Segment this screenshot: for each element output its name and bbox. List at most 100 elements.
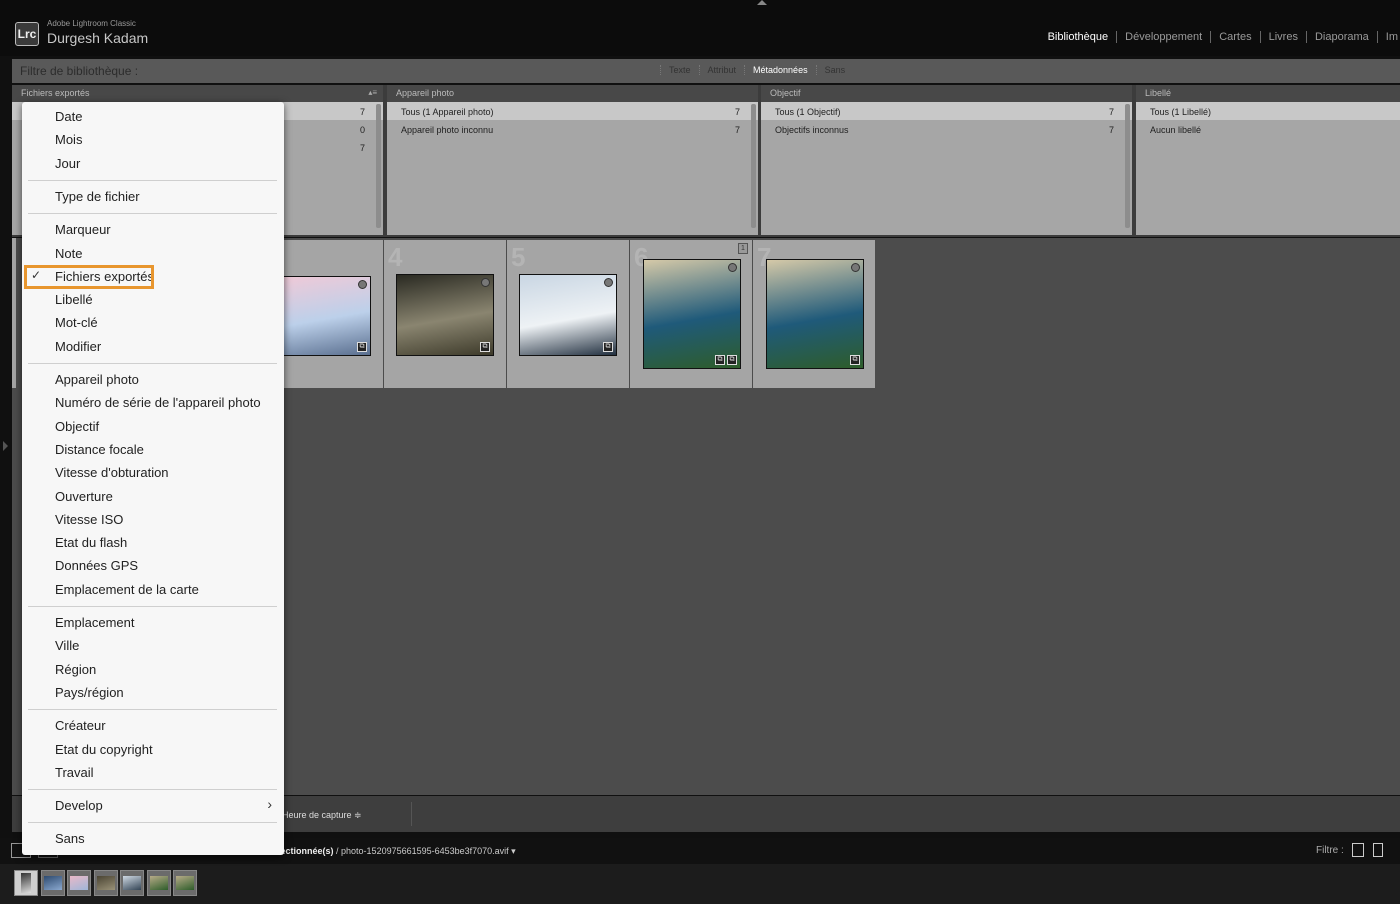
grid-cell[interactable]: 6 1 ⧉ ⧉ [630, 240, 752, 388]
column-scrollbar[interactable] [751, 104, 756, 228]
edit-badge-icon[interactable]: ⧉ [715, 355, 725, 365]
menu-item[interactable]: Mois [22, 129, 284, 151]
menu-item[interactable]: Emplacement de la carte [22, 579, 284, 601]
grid-cell[interactable]: 7 ⧉ [753, 240, 875, 388]
filmstrip-thumbnail[interactable] [93, 870, 118, 896]
metadata-row[interactable]: Tous (1 Appareil photo) 7 [387, 102, 758, 120]
metadata-badge-icon[interactable]: ⧉ [603, 342, 613, 352]
metadata-column-header[interactable]: Appareil photo [387, 85, 758, 102]
filmstrip-thumbnail-image [43, 876, 62, 890]
menu-item[interactable]: Etat du copyright [22, 739, 284, 761]
menu-item[interactable]: Develop › [22, 795, 284, 817]
menu-separator [28, 789, 277, 791]
metadata-column-header[interactable]: Libellé [1136, 85, 1400, 102]
menu-item[interactable]: Numéro de série de l'appareil photo [22, 392, 284, 414]
photo-thumbnail[interactable]: ⧉ [519, 274, 617, 356]
menu-item[interactable]: Sans [22, 828, 284, 850]
metadata-row[interactable]: Appareil photo inconnu 7 [387, 120, 758, 138]
cell-index-number: 4 [388, 242, 403, 272]
menu-item-label: Type de fichier [55, 188, 140, 204]
metadata-badge-icon[interactable]: ⧉ [357, 342, 367, 352]
menu-item[interactable]: Type de fichier [22, 186, 284, 208]
module-tab-1[interactable]: Développement [1117, 31, 1212, 43]
lrc-logo: Lrc [15, 22, 39, 46]
metadata-row[interactable]: Tous (1 Objectif) 7 [761, 102, 1132, 120]
menu-item[interactable]: Créateur [22, 715, 284, 737]
filter-switch-icon[interactable] [1373, 843, 1383, 857]
menu-item[interactable]: Ville [22, 635, 284, 657]
filmstrip-thumbnail[interactable] [40, 870, 65, 896]
filmstrip-thumbnail[interactable] [146, 870, 171, 896]
quick-collection-circle-icon[interactable] [481, 278, 490, 287]
module-tab-4[interactable]: Diaporama [1307, 31, 1378, 43]
grid-cell[interactable]: 5 ⧉ [507, 240, 629, 388]
column-menu-icon[interactable]: ▴≡ [368, 88, 377, 97]
grid-cell[interactable]: 4 ⧉ [384, 240, 506, 388]
menu-item-label: Mois [55, 132, 83, 148]
metadata-column-header[interactable]: Objectif [761, 85, 1132, 102]
menu-item[interactable]: Vitesse ISO [22, 509, 284, 531]
menu-item[interactable]: Objectif [22, 416, 284, 438]
filter-lock-icon[interactable] [1352, 843, 1364, 857]
photo-thumbnail[interactable]: ⧉ ⧉ [643, 259, 741, 369]
top-panel-toggle-icon[interactable] [757, 0, 767, 5]
filmstrip-thumbnail[interactable] [120, 870, 144, 896]
menu-item[interactable]: Note [22, 243, 284, 265]
column-header-label: Libellé [1145, 88, 1172, 98]
menu-item-label: Ouverture [55, 488, 113, 504]
filmstrip-thumbnail[interactable] [14, 870, 38, 896]
quick-collection-circle-icon[interactable] [728, 263, 737, 272]
menu-item[interactable]: Modifier [22, 336, 284, 358]
quick-collection-circle-icon[interactable] [358, 280, 367, 289]
filmstrip-source-path[interactable]: sélectionnée(s) / photo-1520975661595-64… [268, 846, 516, 857]
column-scrollbar[interactable] [1125, 104, 1130, 228]
filter-mode-0[interactable]: Texte [660, 65, 699, 75]
menu-item-label: Appareil photo [55, 372, 139, 387]
library-filter-bar: Filtre de bibliothèque : Texte Attribut Mé… [12, 59, 1400, 83]
menu-item[interactable]: Distance focale [22, 439, 284, 461]
module-tab-0[interactable]: Bibliothèque [1040, 31, 1118, 43]
metadata-row[interactable]: Objectifs inconnus 7 [761, 120, 1132, 138]
filter-mode-1[interactable]: Attribut [698, 65, 745, 75]
menu-item-label: Note [55, 245, 83, 261]
sort-order-select[interactable]: Heure de capture ≑ [282, 810, 362, 821]
menu-item[interactable]: Appareil photo [22, 369, 284, 391]
menu-item[interactable]: Vitesse d'obturation [22, 462, 284, 484]
menu-item-label: Travail [55, 764, 94, 780]
filmstrip [0, 864, 1400, 904]
app-name: Adobe Lightroom Classic [47, 19, 136, 28]
menu-item[interactable]: Pays/région [22, 682, 284, 704]
quick-collection-circle-icon[interactable] [604, 278, 613, 287]
metadata-badge-icon[interactable]: ⧉ [727, 355, 737, 365]
menu-item[interactable]: Marqueur [22, 219, 284, 241]
metadata-badge-icon[interactable]: ⧉ [850, 355, 860, 365]
menu-item[interactable]: Données GPS [22, 555, 284, 577]
left-panel-toggle-icon[interactable] [3, 441, 8, 451]
module-tab-5[interactable]: Im [1378, 31, 1400, 43]
filmstrip-thumbnail[interactable] [67, 870, 91, 896]
metadata-column-header[interactable]: Fichiers exportés ▴≡ [12, 85, 383, 102]
menu-item[interactable]: Travail [22, 762, 284, 784]
column-scrollbar[interactable] [376, 104, 381, 228]
metadata-badge-icon[interactable]: ⧉ [480, 342, 490, 352]
filter-mode-3[interactable]: Sans [815, 65, 854, 75]
menu-item[interactable]: Date [22, 106, 284, 128]
module-tab-3[interactable]: Livres [1261, 31, 1307, 43]
menu-item[interactable]: Emplacement [22, 612, 284, 634]
filter-mode-2[interactable]: Métadonnées [744, 65, 816, 75]
photo-thumbnail[interactable]: ⧉ [396, 274, 494, 356]
menu-item[interactable]: Ouverture [22, 486, 284, 508]
menu-item[interactable]: Mot-clé [22, 312, 284, 334]
metadata-row[interactable]: Tous (1 Libellé) [1136, 102, 1400, 120]
menu-item[interactable]: Région [22, 659, 284, 681]
metadata-column: Libellé Tous (1 Libellé) Aucun libellé [1136, 85, 1400, 235]
metadata-row[interactable]: Aucun libellé [1136, 120, 1400, 138]
module-tab-2[interactable]: Cartes [1211, 31, 1261, 43]
photo-thumbnail[interactable]: ⧉ [766, 259, 864, 369]
menu-item[interactable]: Etat du flash [22, 532, 284, 554]
column-header-label: Objectif [770, 88, 801, 98]
menu-item[interactable]: Jour [22, 153, 284, 175]
quick-collection-circle-icon[interactable] [851, 263, 860, 272]
menu-item[interactable]: Libellé [22, 289, 284, 311]
filmstrip-thumbnail[interactable] [173, 870, 197, 896]
